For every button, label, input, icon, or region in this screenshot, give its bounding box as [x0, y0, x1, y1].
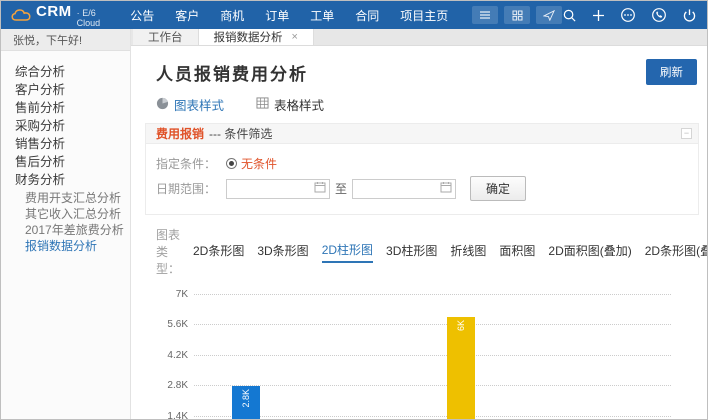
phone-icon[interactable]: [651, 7, 667, 23]
y-tick: 5.6K: [146, 319, 188, 330]
tab-workbench-label: 工作台: [148, 29, 183, 45]
tab-bar: 工作台 报销数据分析 ×: [131, 29, 707, 46]
tab-workbench[interactable]: 工作台: [133, 29, 199, 45]
more-icon[interactable]: [620, 7, 636, 23]
y-tick: 4.2K: [146, 350, 188, 361]
y-tick: 1.4K: [146, 411, 188, 420]
page-title: 人员报销费用分析: [156, 60, 308, 85]
power-icon[interactable]: [682, 8, 697, 23]
type-3d-bar[interactable]: 3D条形图: [257, 242, 308, 262]
refresh-button[interactable]: 刷新: [646, 59, 697, 85]
search-icon[interactable]: [562, 8, 577, 23]
confirm-button[interactable]: 确定: [470, 176, 526, 201]
sidebar-item-aftersales-analysis[interactable]: 售后分析: [1, 151, 130, 169]
sidebar-item-other-income-summary[interactable]: 其它收入汇总分析: [1, 205, 130, 221]
tab-reimbursement-analysis[interactable]: 报销数据分析 ×: [199, 29, 314, 45]
greeting: 张悦，下午好!: [1, 29, 130, 51]
calendar-icon[interactable]: [440, 181, 452, 196]
nav-item-customers[interactable]: 客户: [175, 7, 199, 24]
type-2d-bar-stacked[interactable]: 2D条形图(叠加): [645, 242, 708, 262]
chart-type-toolbar: 图表类型： 2D条形图 3D条形图 2D柱形图 3D柱形图 折线图 面积图 2D…: [131, 215, 707, 281]
table-style-label: 表格样式: [274, 95, 324, 114]
sidebar-item-finance-analysis[interactable]: 财务分析: [1, 169, 130, 187]
plot-area: 7K 5.6K 4.2K 2.8K 1.4K 0 2.8K: [194, 295, 671, 420]
nav-item-orders[interactable]: 订单: [265, 7, 289, 24]
chart-type-label: 图表类型：: [156, 226, 180, 277]
top-nav: 公告 客户 商机 订单 工单 合同 项目主页: [130, 7, 448, 24]
main-area: 工作台 报销数据分析 × 人员报销费用分析 刷新 图: [131, 29, 707, 420]
sidebar-item-comprehensive-analysis[interactable]: 综合分析: [1, 61, 130, 79]
calendar-icon[interactable]: [314, 181, 326, 196]
menu-icon[interactable]: [472, 6, 498, 24]
brand-name: CRM: [36, 3, 72, 20]
nav-item-announcements[interactable]: 公告: [130, 7, 154, 24]
view-toggle-row: 图表样式 表格样式: [131, 89, 707, 121]
chart-style-label: 图表样式: [174, 95, 224, 114]
sidebar-item-expense-summary[interactable]: 费用开支汇总分析: [1, 189, 130, 205]
topbar-icon-buttons: [472, 6, 562, 24]
bar-aug-zhangyue[interactable]: 2.8K: [232, 386, 260, 420]
nav-item-contracts[interactable]: 合同: [355, 7, 379, 24]
sidebar-item-procurement-analysis[interactable]: 采购分析: [1, 115, 130, 133]
nav-item-tickets[interactable]: 工单: [310, 7, 334, 24]
y-tick: 7K: [146, 289, 188, 300]
y-tick: 2.8K: [146, 380, 188, 391]
bar-dec-linyu[interactable]: 6K: [447, 317, 475, 420]
bar-group-linyu: 6K: [353, 295, 512, 420]
topbar-right-icons: [562, 7, 697, 23]
no-condition-radio[interactable]: [226, 158, 237, 169]
nav-item-project-home[interactable]: 项目主页: [400, 7, 448, 24]
type-line[interactable]: 折线图: [450, 242, 486, 262]
chart-style-toggle[interactable]: 图表样式: [156, 95, 224, 114]
filter-title: 费用报销: [156, 125, 204, 142]
type-2d-column[interactable]: 2D柱形图: [322, 241, 373, 263]
date-from-input[interactable]: [226, 179, 330, 199]
bar-group-wangsicheng: 1K: [512, 295, 671, 420]
table-icon: [256, 97, 269, 112]
date-separator: 至: [335, 180, 347, 197]
date-to-input[interactable]: [352, 179, 456, 199]
type-area[interactable]: 面积图: [499, 242, 535, 262]
tab-reimbursement-label: 报销数据分析: [214, 29, 283, 45]
app-window: CRM · E/6 Cloud 公告 客户 商机 订单 工单 合同 项目主页: [0, 0, 708, 420]
apps-icon[interactable]: [504, 6, 530, 24]
send-icon[interactable]: [536, 6, 562, 24]
condition-label: 指定条件：: [156, 155, 226, 172]
no-condition-label[interactable]: 无条件: [241, 155, 277, 172]
bar-group-zhangyue: 2.8K: [194, 295, 353, 420]
sidebar-item-presales-analysis[interactable]: 售前分析: [1, 97, 130, 115]
filter-header: 费用报销 --- 条件筛选 −: [146, 124, 698, 144]
sidebar-item-reimbursement-analysis[interactable]: 报销数据分析: [1, 237, 130, 253]
pie-chart-icon: [156, 97, 169, 113]
sidebar-item-travel-expense-2017[interactable]: 2017年差旅费分析: [1, 221, 130, 237]
sidebar-sections: 综合分析 客户分析 售前分析 采购分析 销售分析 售后分析 财务分析: [1, 51, 130, 189]
sidebar-item-sales-analysis[interactable]: 销售分析: [1, 133, 130, 151]
filter-panel: 费用报销 --- 条件筛选 − 指定条件： 无条件 日期范围：: [145, 123, 699, 215]
close-icon[interactable]: ×: [292, 31, 298, 43]
date-range-label: 日期范围：: [156, 180, 226, 197]
type-3d-column[interactable]: 3D柱形图: [386, 242, 437, 262]
cloud-logo-icon: [11, 8, 31, 22]
sidebar: 张悦，下午好! 综合分析 客户分析 售前分析 采购分析 销售分析 售后分析 财务…: [1, 29, 131, 420]
brand: CRM · E/6 Cloud: [11, 3, 100, 28]
type-2d-area-stacked[interactable]: 2D面积图(叠加): [548, 242, 631, 262]
sidebar-item-customer-analysis[interactable]: 客户分析: [1, 79, 130, 97]
topbar: CRM · E/6 Cloud 公告 客户 商机 订单 工单 合同 项目主页: [1, 1, 707, 29]
table-style-toggle[interactable]: 表格样式: [256, 95, 324, 114]
content: 人员报销费用分析 刷新 图表样式 表格样式: [131, 46, 707, 420]
type-2d-bar[interactable]: 2D条形图: [193, 242, 244, 262]
sidebar-subitems: 费用开支汇总分析 其它收入汇总分析 2017年差旅费分析 报销数据分析: [1, 189, 130, 253]
brand-suffix: · E/6 Cloud: [77, 8, 101, 28]
bar-chart: 7K 5.6K 4.2K 2.8K 1.4K 0 2.8K: [131, 281, 707, 420]
collapse-icon[interactable]: −: [681, 128, 692, 139]
plus-icon[interactable]: [592, 9, 605, 22]
nav-item-opportunities[interactable]: 商机: [220, 7, 244, 24]
filter-subtitle: --- 条件筛选: [209, 125, 272, 142]
